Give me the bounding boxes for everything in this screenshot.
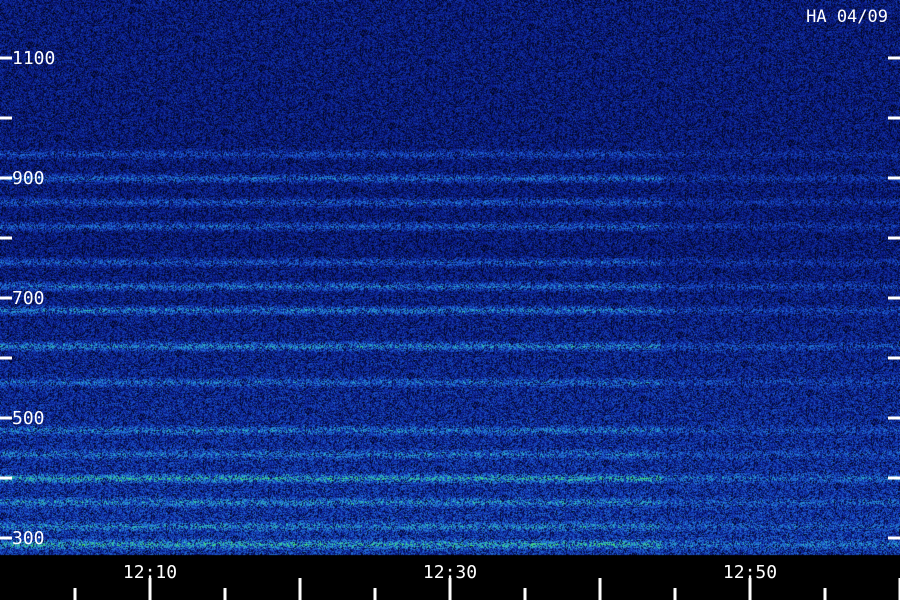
x-tick-label: 12:10 <box>123 562 177 583</box>
y-tick-labels: 1100 900 700 500 300 <box>12 48 55 549</box>
spectrogram-chart: 1100 900 700 500 300 12:10 12:30 12:50 HA 04/0… <box>0 0 900 600</box>
x-tick-label: 12:50 <box>723 562 777 583</box>
chart-axes: 1100 900 700 500 300 12:10 12:30 12:50 HA 04/0… <box>0 7 900 600</box>
y-tick-label: 500 <box>12 408 45 429</box>
y-tick-label: 1100 <box>12 48 55 69</box>
y-tick-marks <box>0 56 900 540</box>
y-tick-label: 700 <box>12 288 45 309</box>
y-tick-label: 900 <box>12 168 45 189</box>
y-tick-label: 300 <box>12 528 45 549</box>
x-tick-label: 12:30 <box>423 562 477 583</box>
x-tick-labels: 12:10 12:30 12:50 <box>123 562 777 583</box>
station-date-stamp: HA 04/09 <box>806 7 888 27</box>
